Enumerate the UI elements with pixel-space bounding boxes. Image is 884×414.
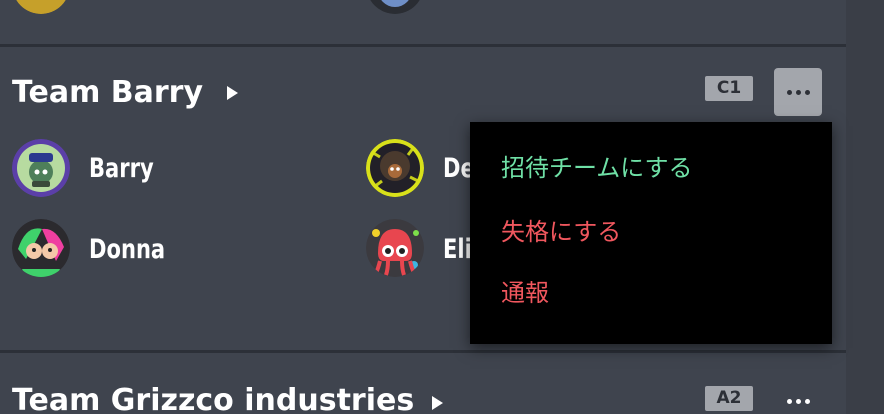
expand-arrow-icon[interactable] [227,86,238,100]
member-avatar-eli [366,219,424,277]
more-dot-icon [786,398,792,404]
seed-badge: A2 [705,386,753,411]
more-dot-icon [795,89,801,95]
member-avatar-barry [12,139,70,197]
team-separator-bottom [0,350,846,353]
member-avatar-de [366,139,424,197]
member-name: Eli [443,234,472,265]
team-options-menu: 招待チームにする 失格にする 通報 [470,122,832,344]
member-avatar-donna [12,219,70,277]
member-name: Donna [89,234,166,265]
more-options-button[interactable] [774,68,822,116]
menu-item-report[interactable]: 通報 [501,281,549,305]
team-name[interactable]: Team Grizzco industries [12,386,414,414]
team-separator-top [0,44,846,47]
seed-badge: C1 [705,76,753,101]
team-name[interactable]: Team Barry [12,78,203,108]
more-options-button[interactable] [774,377,822,414]
more-dot-icon [804,89,810,95]
expand-arrow-icon[interactable] [432,396,443,410]
menu-item-disqualify[interactable]: 失格にする [501,220,621,244]
prev-team-avatar-2 [366,0,424,14]
team-list-page: Team Barry C1 Barry De Donna Eli Team Gr… [0,0,884,414]
member-name: Barry [89,153,154,184]
more-dot-icon [786,89,792,95]
menu-item-invite-team[interactable]: 招待チームにする [501,156,693,180]
more-dot-icon [804,398,810,404]
scroll-gutter [846,0,884,414]
prev-team-avatar-1 [12,0,70,14]
more-dot-icon [795,398,801,404]
